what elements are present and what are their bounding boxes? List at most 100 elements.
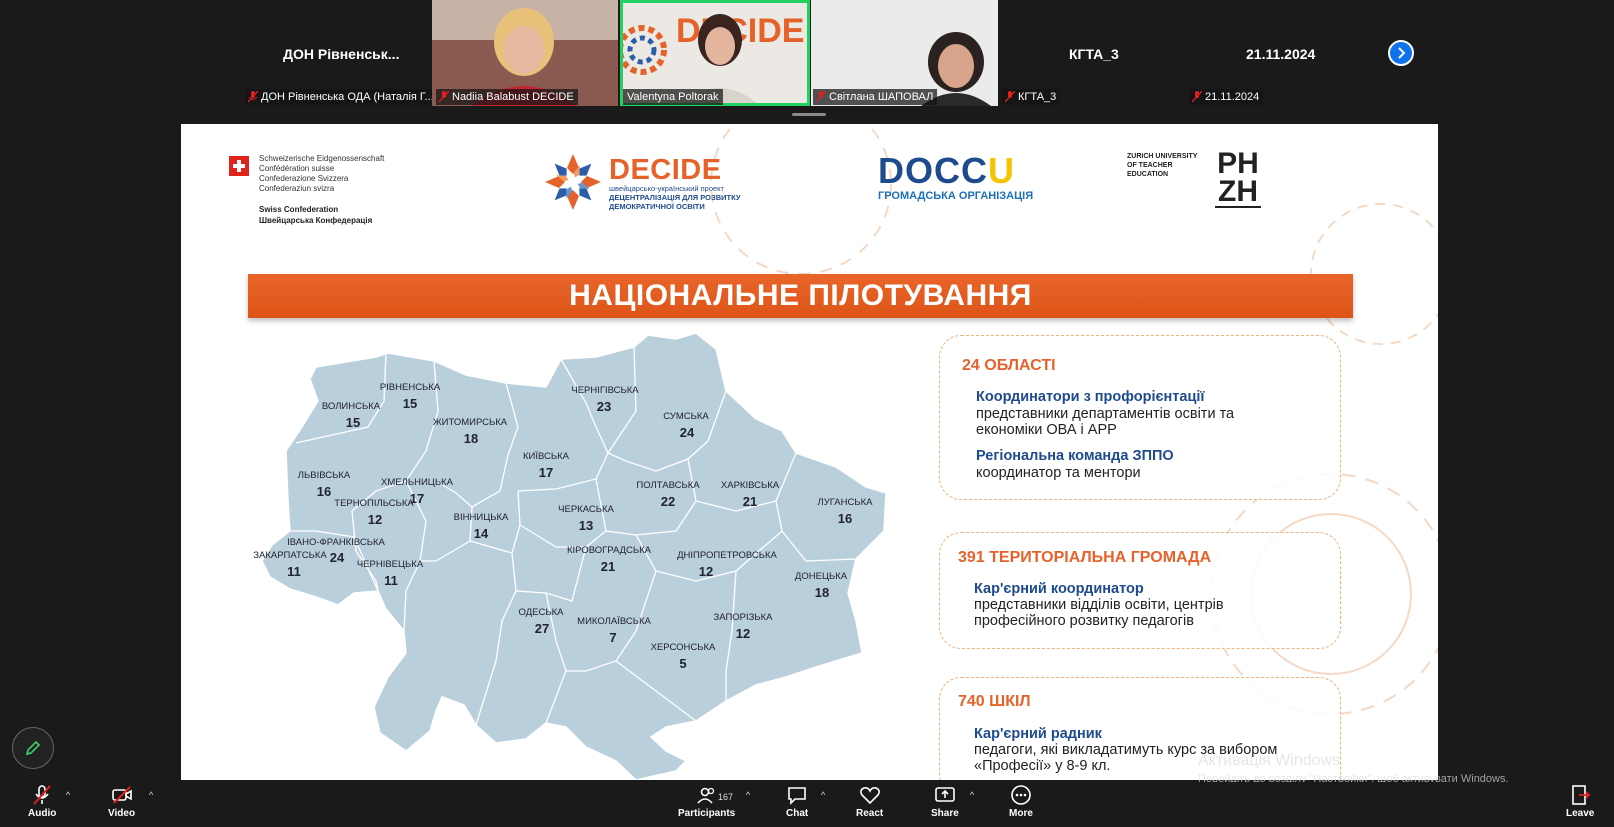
- slide-title: НАЦІОНАЛЬНЕ ПІЛОТУВАННЯ: [569, 279, 1032, 312]
- box-text: економіки ОВА і АРР: [976, 422, 1117, 438]
- next-page-button[interactable]: [1388, 40, 1414, 66]
- region-label: ПОЛТАВСЬКА: [636, 480, 700, 491]
- region-label: ЖИТОМИРСЬКА: [432, 417, 508, 428]
- region-label: ЛУГАНСЬКА: [817, 497, 873, 508]
- box-text: «Професії» у 8-9 кл.: [974, 758, 1111, 774]
- annotate-button[interactable]: [12, 727, 54, 769]
- mic-muted-icon: [1192, 91, 1202, 103]
- participants-options-caret[interactable]: ^: [746, 790, 750, 800]
- swiss-line: Швейцарська Конфедерація: [259, 216, 373, 225]
- region-label: СУМСЬКА: [663, 411, 709, 422]
- camera-off-icon: [111, 786, 132, 804]
- video-label: Video: [108, 808, 136, 819]
- audio-options-caret[interactable]: ^: [66, 790, 70, 800]
- leave-label: Leave: [1566, 808, 1595, 819]
- video-options-caret[interactable]: ^: [149, 790, 153, 800]
- video-tile-valentyna[interactable]: DECIDE Valentyna Poltorak: [620, 0, 810, 106]
- strip-resize-handle[interactable]: [792, 113, 826, 116]
- chevron-right-icon: [1398, 47, 1406, 59]
- react-label: React: [856, 808, 884, 819]
- box-role: Кар'єрний координатор: [974, 581, 1144, 597]
- participant-name: Світлана ШАПОВАЛ: [829, 91, 934, 103]
- box-heading: 24 ОБЛАСТІ: [962, 357, 1056, 374]
- region-value: 16: [316, 484, 332, 499]
- region-label: ХЕРСОНСЬКА: [650, 642, 716, 653]
- heart-icon: [859, 787, 880, 805]
- region-label: ЗАПОРІЗЬКА: [713, 612, 773, 623]
- region-label: ОДЕСЬКА: [518, 607, 564, 618]
- region-label: КИЇВСЬКА: [523, 451, 569, 462]
- region-value: 11: [287, 564, 301, 579]
- region-value: 18: [814, 585, 830, 600]
- box-text: представники відділів освіти, центрів: [974, 597, 1224, 613]
- info-box-communities: 391 ТЕРИТОРІАЛЬНА ГРОМАДА Кар'єрний коор…: [939, 532, 1341, 649]
- swiss-line: Confederazione Svizzera: [259, 174, 349, 183]
- tile-name-kgta: КГТА_3: [1069, 46, 1119, 62]
- zurich-line: EDUCATION: [1127, 171, 1169, 178]
- decide-subtitle: ДЕМОКРАТИЧНОЇ ОСВІТИ: [609, 202, 705, 211]
- meeting-toolbar: Audio ^ Video ^ Participants 167 ^ Chat …: [0, 782, 1614, 827]
- tile-name-date: 21.11.2024: [1246, 46, 1316, 62]
- video-tile-svitlana[interactable]: Світлана ШАПОВАЛ: [811, 0, 998, 106]
- share-button[interactable]: Share: [931, 784, 959, 819]
- chat-icon: [788, 787, 806, 805]
- region-value: 21: [600, 559, 616, 574]
- doccu-logo: DOCCU ГРОМАДСЬКА ОРГАНІЗАЦІЯ: [878, 150, 1033, 202]
- video-button[interactable]: Video: [108, 784, 135, 819]
- share-options-caret[interactable]: ^: [970, 790, 974, 800]
- chat-button[interactable]: Chat: [786, 784, 808, 819]
- box-heading: 391 ТЕРИТОРІАЛЬНА ГРОМАДА: [958, 549, 1212, 566]
- box-text: координатор та ментори: [976, 465, 1141, 481]
- region-value: 13: [578, 518, 594, 533]
- leave-button[interactable]: Leave: [1566, 784, 1594, 819]
- more-label: More: [1009, 808, 1033, 819]
- mic-muted-icon: [248, 91, 258, 103]
- region-label: ВОЛИНСЬКА: [321, 401, 381, 412]
- region-label: КІРОВОГРАДСЬКА: [567, 545, 651, 556]
- tile-name-don: ДОН Рівненськ...: [283, 46, 400, 62]
- region-label: ЧЕРНІГІВСЬКА: [571, 385, 639, 396]
- region-value: 16: [837, 511, 853, 526]
- audio-label: Audio: [28, 808, 57, 819]
- chat-label: Chat: [786, 808, 809, 819]
- react-button[interactable]: React: [856, 784, 883, 819]
- participant-label-nadiia: Nadiia Balabust DECIDE: [436, 89, 578, 105]
- region-value: 18: [463, 431, 479, 446]
- doccu-title: DOCC: [878, 150, 988, 191]
- leave-icon: [1572, 785, 1591, 805]
- info-box-oblasts: 24 ОБЛАСТІ Координатори з профорієнтації…: [939, 335, 1341, 500]
- box-text: професійного розвитку педагогів: [974, 613, 1194, 629]
- region-value: 24: [329, 550, 345, 565]
- participant-strip: ДОН Рівненськ... ДОН Рівненська ОДА (Нат…: [0, 0, 1614, 110]
- region-value: 21: [742, 494, 758, 509]
- audio-button[interactable]: Audio: [28, 784, 56, 819]
- zurich-line: OF TEACHER: [1127, 162, 1173, 169]
- pencil-icon: [25, 740, 41, 756]
- swiss-flag-icon: [229, 156, 249, 176]
- share-label: Share: [931, 808, 959, 819]
- participants-label: Participants: [678, 808, 736, 819]
- zurich-line: ZURICH UNIVERSITY: [1127, 153, 1198, 160]
- box-role: Кар'єрний радник: [974, 726, 1102, 742]
- region-value: 12: [698, 564, 714, 579]
- participants-icon: [697, 787, 714, 804]
- participant-label-don[interactable]: ДОН Рівненська ОДА (Наталія Г...: [245, 89, 438, 105]
- mic-muted-icon: [816, 91, 826, 103]
- chat-options-caret[interactable]: ^: [821, 790, 825, 800]
- region-value: 14: [473, 526, 489, 541]
- participant-name: ДОН Рівненська ОДА (Наталія Г...: [261, 91, 434, 103]
- region-label: ЗАКАРПАТСЬКА: [253, 550, 327, 561]
- participant-label-date[interactable]: 21.11.2024: [1189, 89, 1264, 105]
- region-label: ІВАНО-ФРАНКІВСЬКА: [287, 537, 385, 548]
- participant-label-kgta[interactable]: КГТА_3: [1002, 89, 1061, 105]
- region-label: ДНІПРОПЕТРОВСЬКА: [677, 550, 777, 561]
- participant-name: Nadiia Balabust DECIDE: [452, 91, 574, 103]
- video-tile-nadiia[interactable]: Nadiia Balabust DECIDE: [432, 0, 618, 106]
- more-button[interactable]: More: [1009, 784, 1033, 819]
- mic-muted-icon: [33, 785, 51, 805]
- region-label: ЧЕРНІВЕЦЬКА: [356, 559, 424, 570]
- region-value: 12: [735, 626, 751, 641]
- decide-emblem-icon: [545, 154, 601, 210]
- participant-label-valentyna: Valentyna Poltorak: [623, 89, 723, 105]
- region-value: 7: [609, 630, 617, 645]
